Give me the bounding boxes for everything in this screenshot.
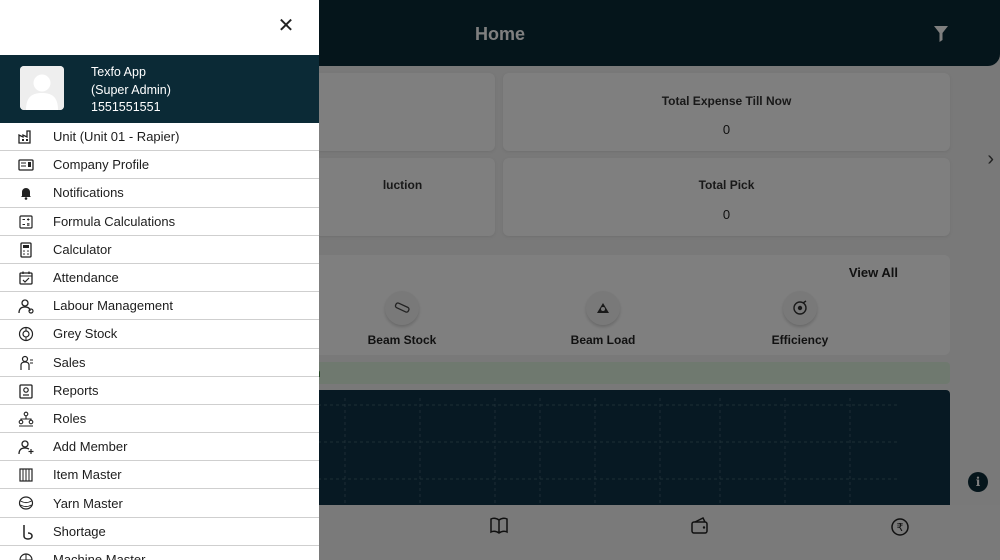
add-member-icon xyxy=(18,440,34,455)
drawer-header: ✕ xyxy=(0,0,319,55)
avatar xyxy=(20,66,64,110)
roles-icon xyxy=(18,411,34,427)
drawer-item-roles[interactable]: Roles xyxy=(0,405,319,434)
attendance-icon xyxy=(19,271,33,285)
yarn-icon xyxy=(18,496,34,511)
drawer-item-label: Yarn Master xyxy=(53,495,123,511)
drawer-item-label: Reports xyxy=(53,382,99,398)
drawer-item-reports[interactable]: Reports xyxy=(0,377,319,405)
profile-section: Texfo App (Super Admin) 1551551551 xyxy=(0,55,319,123)
drawer-item-add-member[interactable]: Add Member xyxy=(0,433,319,462)
machine-icon xyxy=(19,553,33,560)
factory-icon xyxy=(18,130,31,144)
drawer-item-notifications[interactable]: Notifications xyxy=(0,179,319,208)
drawer-item-label: Calculator xyxy=(53,241,112,257)
formula-icon xyxy=(19,214,33,229)
labour-icon xyxy=(18,299,34,314)
drawer-item-labour-management[interactable]: Labour Management xyxy=(0,292,319,321)
drawer-item-label: Attendance xyxy=(53,270,119,286)
drawer-item-label: Shortage xyxy=(53,523,106,539)
grey-stock-icon xyxy=(18,327,34,342)
close-icon[interactable]: ✕ xyxy=(276,16,296,37)
drawer-item-label: Labour Management xyxy=(53,298,173,314)
drawer-item-label: Notifications xyxy=(53,185,124,201)
profile-phone: 1551551551 xyxy=(91,100,161,114)
profile-name: Texfo App xyxy=(91,65,146,79)
drawer-item-calculator[interactable]: Calculator xyxy=(0,236,319,264)
sales-icon xyxy=(20,355,33,370)
drawer-item-label: Company Profile xyxy=(53,157,150,173)
bell-icon xyxy=(21,188,31,201)
drawer-item-formula-calculations[interactable]: Formula Calculations xyxy=(0,208,319,236)
id-card-icon xyxy=(18,159,34,171)
profile-role: (Super Admin) xyxy=(91,82,171,97)
drawer-item-label: Sales xyxy=(53,354,86,370)
drawer-item-label: Formula Calculations xyxy=(53,213,176,229)
calculator-icon xyxy=(20,242,32,258)
drawer-item-label: Grey Stock xyxy=(53,326,118,342)
drawer-item-attendance[interactable]: Attendance xyxy=(0,264,319,293)
drawer-item-sales[interactable]: Sales xyxy=(0,349,319,377)
drawer-item-company-profile[interactable]: Company Profile xyxy=(0,151,319,180)
profile-info: Texfo App (Super Admin) 1551551551 xyxy=(91,64,171,117)
drawer-item-shortage[interactable]: Shortage xyxy=(0,518,319,546)
drawer-item-item-master[interactable]: Item Master xyxy=(0,461,319,490)
drawer-menu: Unit (Unit 01 - Rapier) Company Profile … xyxy=(0,123,319,560)
drawer-item-machine-master[interactable]: Machine Master xyxy=(0,546,319,560)
drawer-item-label: Machine Master xyxy=(53,551,146,560)
drawer-item-label: Item Master xyxy=(53,467,122,483)
reports-icon xyxy=(19,384,33,399)
drawer-item-label: Add Member xyxy=(53,439,128,455)
item-master-icon xyxy=(19,468,33,482)
navigation-drawer: ✕ Texfo App (Super Admin) 1551551551 Uni… xyxy=(0,0,319,560)
drawer-item-unit[interactable]: Unit (Unit 01 - Rapier) xyxy=(0,123,319,152)
drawer-item-label: Unit (Unit 01 - Rapier) xyxy=(53,129,180,145)
drawer-item-grey-stock[interactable]: Grey Stock xyxy=(0,320,319,349)
drawer-item-yarn-master[interactable]: Yarn Master xyxy=(0,489,319,518)
drawer-item-label: Roles xyxy=(53,410,87,426)
shortage-icon xyxy=(23,524,33,540)
